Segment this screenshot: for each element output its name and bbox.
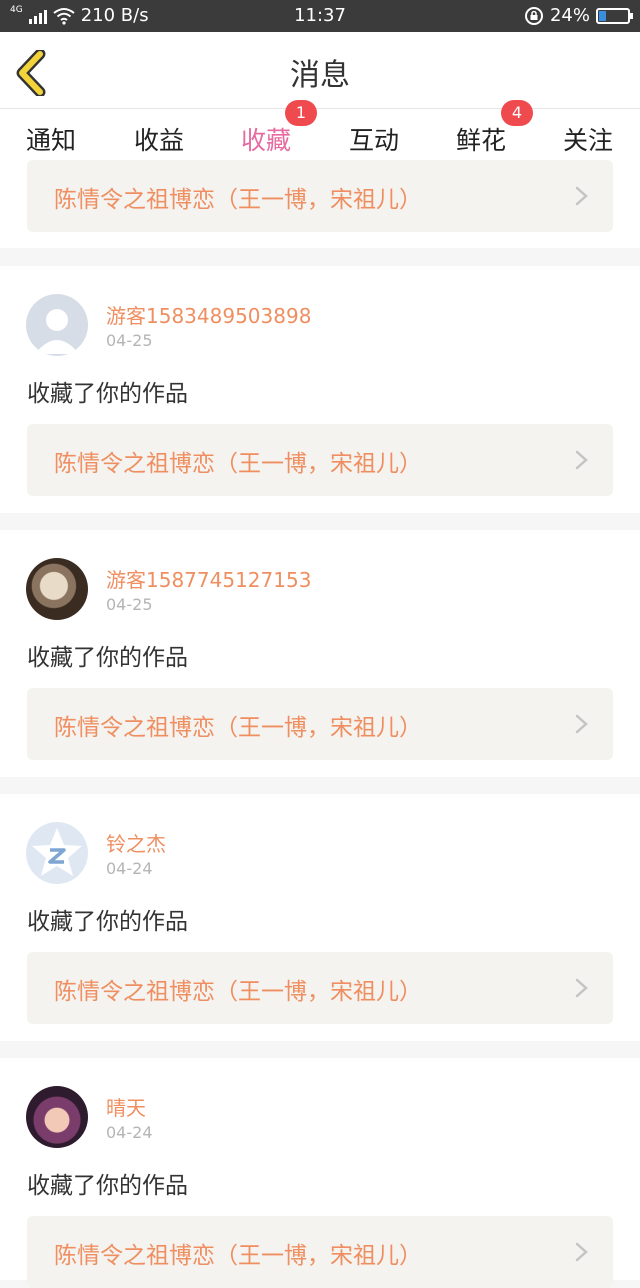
feed-item: 游客1587745127153 04-25 收藏了你的作品 陈情令之祖博恋（王一… [0,530,640,777]
feed-item: 游客1583489503898 04-25 收藏了你的作品 陈情令之祖博恋（王一… [0,266,640,513]
action-text: 收藏了你的作品 [27,909,188,935]
feed-item: 铃之杰 04-24 收藏了你的作品 陈情令之祖博恋（王一博，宋祖儿） [0,794,640,1041]
date: 04-25 [106,331,153,350]
avatar[interactable] [26,822,88,884]
tab-favorites-badge: 1 [285,100,317,126]
avatar-photo[interactable] [26,558,88,620]
feed-item: 晴天 04-24 收藏了你的作品 陈情令之祖博恋（王一博，宋祖儿） [0,1058,640,1288]
action-text: 收藏了你的作品 [27,1173,188,1199]
chevron-right-icon [575,714,588,734]
rotation-lock-icon [524,6,543,25]
tab-flowers[interactable]: 鲜花 [456,121,506,157]
date: 04-25 [106,595,153,614]
battery-percent: 24% [549,5,590,26]
avatar-photo[interactable] [26,1086,88,1148]
date: 04-24 [106,1123,153,1142]
date: 04-24 [106,859,153,878]
username[interactable]: 游客1587745127153 [106,564,311,593]
work-link[interactable]: 陈情令之祖博恋（王一博，宋祖儿） [27,952,613,1024]
work-title: 陈情令之祖博恋（王一博，宋祖儿） [54,187,422,213]
work-title: 陈情令之祖博恋（王一博，宋祖儿） [54,715,422,741]
work-link[interactable]: 陈情令之祖博恋（王一博，宋祖儿） [27,688,613,760]
work-title: 陈情令之祖博恋（王一博，宋祖儿） [54,1243,422,1269]
action-text: 收藏了你的作品 [27,381,188,407]
avatar[interactable] [26,294,88,356]
tab-notice[interactable]: 通知 [26,121,76,157]
username[interactable]: 晴天 [106,1092,146,1121]
username[interactable]: 游客1583489503898 [106,300,311,329]
page-title: 消息 [290,58,350,93]
tab-earnings[interactable]: 收益 [134,121,184,157]
status-bar: 4G 210 B/s 11:37 24% [0,0,640,32]
tab-flowers-badge: 4 [501,100,533,126]
chevron-right-icon [575,186,588,206]
work-link[interactable]: 陈情令之祖博恋（王一博，宋祖儿） [27,1216,613,1288]
tab-favorites[interactable]: 收藏 [241,121,291,157]
default-person-icon [35,309,79,354]
chevron-right-icon [575,450,588,470]
chevron-right-icon [575,978,588,998]
username[interactable]: 铃之杰 [106,828,166,857]
work-link[interactable]: 陈情令之祖博恋（王一博，宋祖儿） [27,160,613,232]
tab-follow[interactable]: 关注 [563,121,613,157]
work-title: 陈情令之祖博恋（王一博，宋祖儿） [54,451,422,477]
qq-star-icon [32,828,82,876]
feed-item-partial: 陈情令之祖博恋（王一博，宋祖儿） [0,160,640,248]
battery-icon [596,7,633,24]
work-link[interactable]: 陈情令之祖博恋（王一博，宋祖儿） [27,424,613,496]
action-text: 收藏了你的作品 [27,645,188,671]
chevron-right-icon [575,1242,588,1262]
tab-interaction[interactable]: 互动 [349,121,399,157]
nav-header: 消息 [0,32,640,109]
work-title: 陈情令之祖博恋（王一博，宋祖儿） [54,979,422,1005]
